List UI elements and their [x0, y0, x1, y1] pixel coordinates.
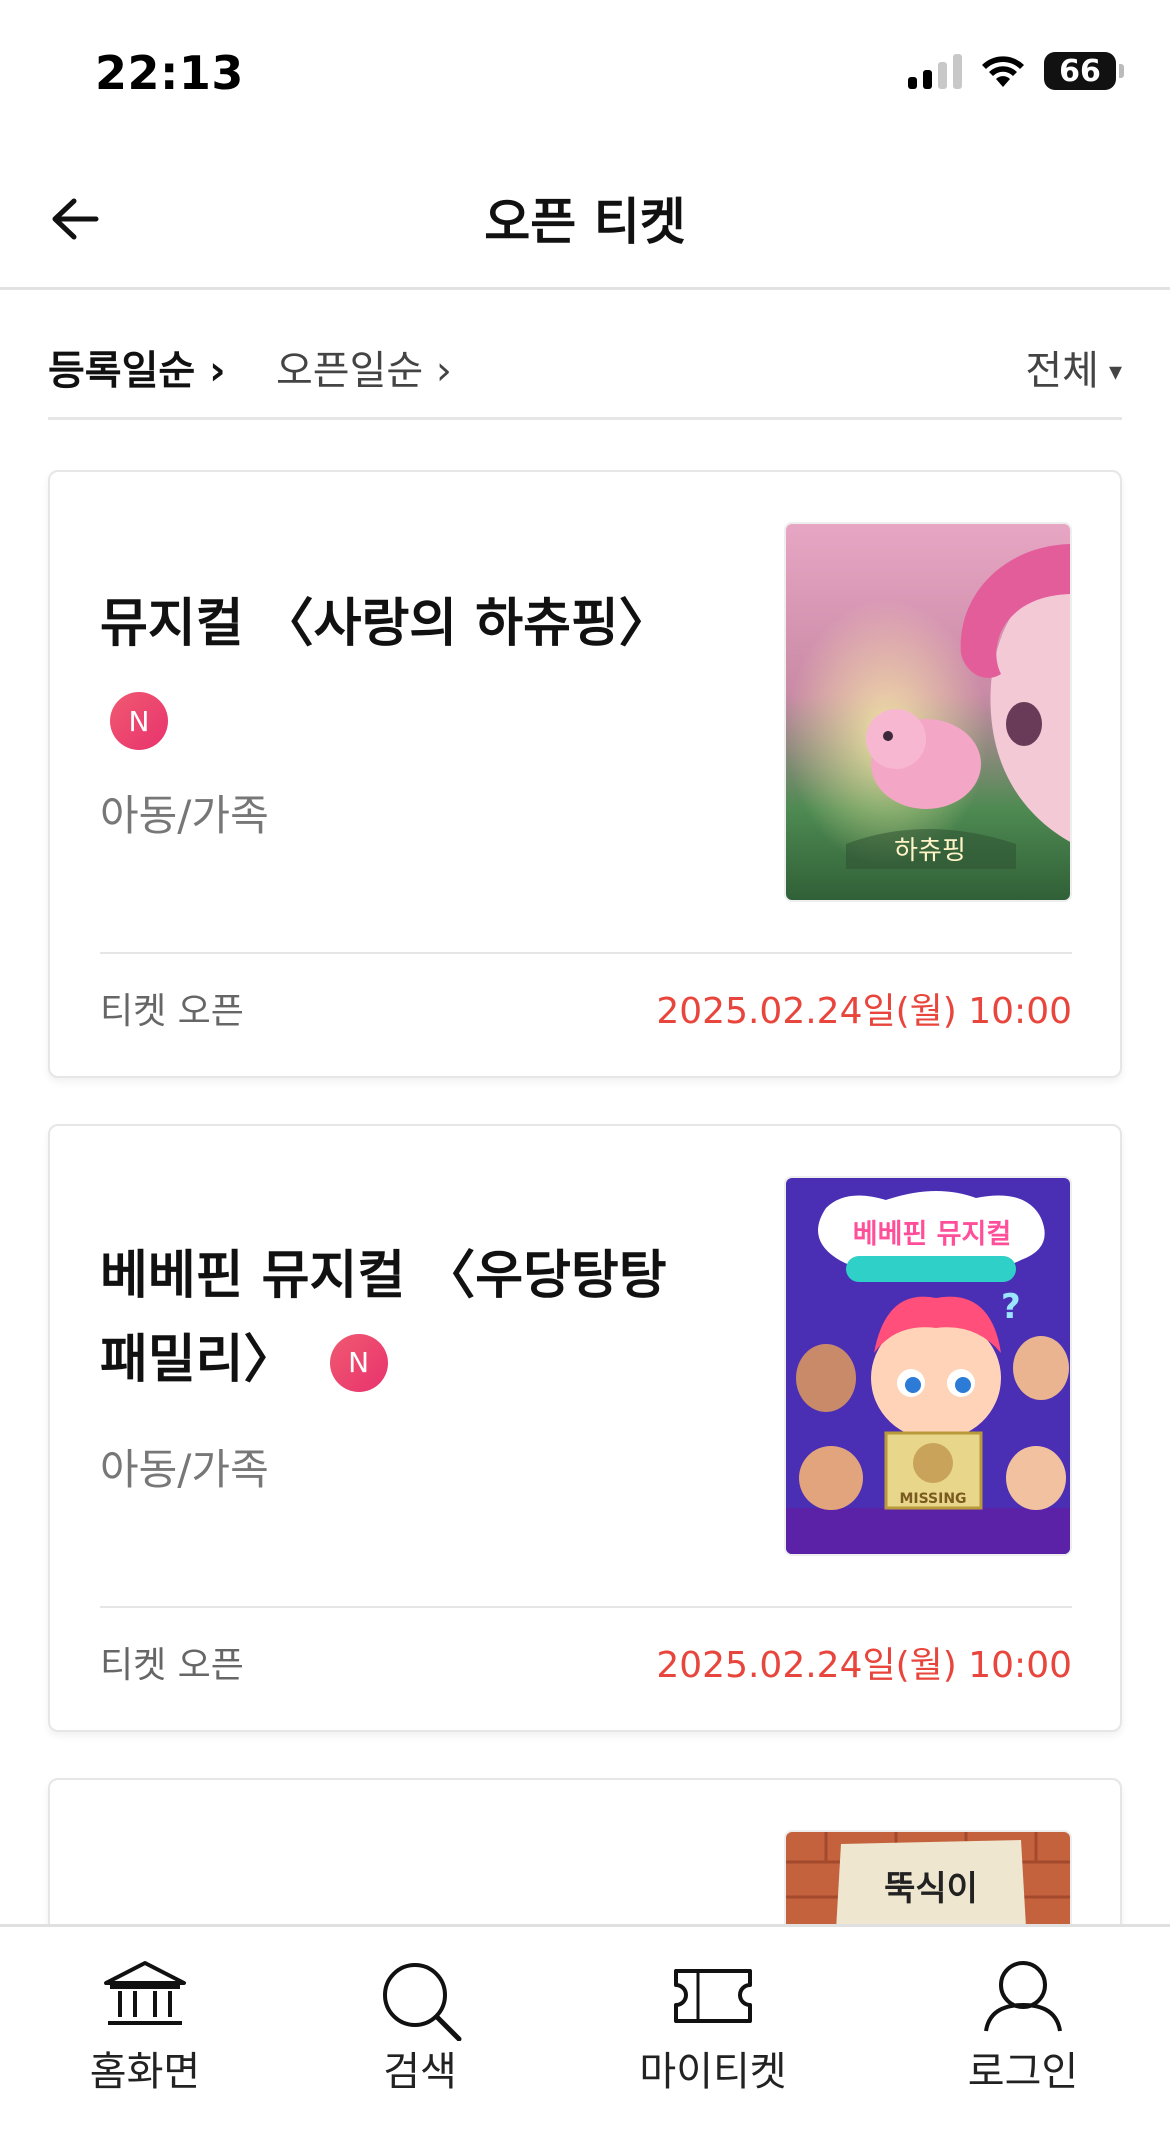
nav-item-home[interactable]: 홈화면 [30, 1959, 260, 2097]
app-header: 오픈 티켓 [0, 140, 1170, 290]
card-title: 베베핀 뮤지컬 〈우당탕탕 패밀리〉 N [100, 1234, 720, 1402]
poster-image: 하츄핑 [784, 522, 1072, 902]
open-date: 2025.02.24일(월) 10:00 [656, 1645, 1072, 1686]
open-label: 티켓 오픈 [100, 991, 244, 1032]
new-badge-wrap: N [110, 692, 168, 750]
bottom-nav: 홈화면 검색 마이티켓 로그인 [0, 1924, 1170, 2130]
page-title: 오픈 티켓 [484, 193, 686, 251]
poster-sign: MISSING [899, 1491, 966, 1507]
ticket-card[interactable]: 뮤지컬 〈사랑의 하츄핑〉 N 아동/가족 하츄핑 티켓 오픈 2025.02.… [48, 470, 1122, 1078]
poster-image: 베베핀 뮤지컬 MISSING ? [784, 1176, 1072, 1556]
sort-tab-open-date[interactable]: 오픈일순 › [276, 338, 452, 396]
status-bar: 22:13 66 [0, 0, 1170, 140]
card-divider [100, 952, 1072, 954]
open-label: 티켓 오픈 [100, 1645, 244, 1686]
user-icon [984, 1961, 1062, 2032]
battery-level: 66 [1059, 53, 1101, 89]
poster-heading: 뚝식이 [884, 1869, 978, 1909]
sort-tab-registered[interactable]: 등록일순 › [48, 338, 226, 396]
signal-icon [908, 53, 962, 89]
open-date: 2025.02.24일(월) 10:00 [656, 991, 1072, 1032]
nav-label: 홈화면 [89, 2049, 201, 2095]
ticket-card[interactable]: 베베핀 뮤지컬 〈우당탕탕 패밀리〉 N 아동/가족 베베핀 뮤지컬 MISSI… [48, 1124, 1122, 1732]
filter-label: 전체 [1025, 348, 1099, 394]
museum-icon [104, 1961, 186, 2025]
new-badge: N [110, 692, 168, 750]
card-title: 뮤지컬 〈사랑의 하츄핑〉 [100, 594, 671, 654]
nav-label: 로그인 [967, 2049, 1079, 2095]
search-icon [383, 1963, 462, 2041]
nav-label: 마이티켓 [639, 2049, 787, 2095]
sort-bar: 등록일순 › 오픈일순 › 전체 ▾ [48, 330, 1122, 420]
new-badge: N [329, 1334, 388, 1392]
chevron-down-icon: ▾ [1108, 357, 1122, 387]
nav-item-search[interactable]: 검색 [305, 1959, 535, 2097]
svg-text:하츄핑: 하츄핑 [894, 836, 966, 866]
ticket-icon [674, 1969, 752, 2023]
poster-heading: 베베핀 뮤지컬 [853, 1219, 1011, 1250]
nav-label: 검색 [383, 2049, 457, 2095]
nav-item-login[interactable]: 로그인 [908, 1959, 1138, 2097]
status-icons: 66 [908, 52, 1124, 90]
wifi-icon [982, 56, 1024, 87]
status-time: 22:13 [95, 46, 244, 100]
nav-item-my-ticket[interactable]: 마이티켓 [598, 1959, 828, 2097]
battery-icon: 66 [1044, 52, 1124, 90]
svg-text:?: ? [1001, 1287, 1021, 1327]
card-category: 아동/가족 [100, 791, 269, 840]
category-filter-select[interactable]: 전체 ▾ [1025, 338, 1122, 396]
card-divider [100, 1606, 1072, 1608]
card-category: 아동/가족 [100, 1445, 269, 1494]
